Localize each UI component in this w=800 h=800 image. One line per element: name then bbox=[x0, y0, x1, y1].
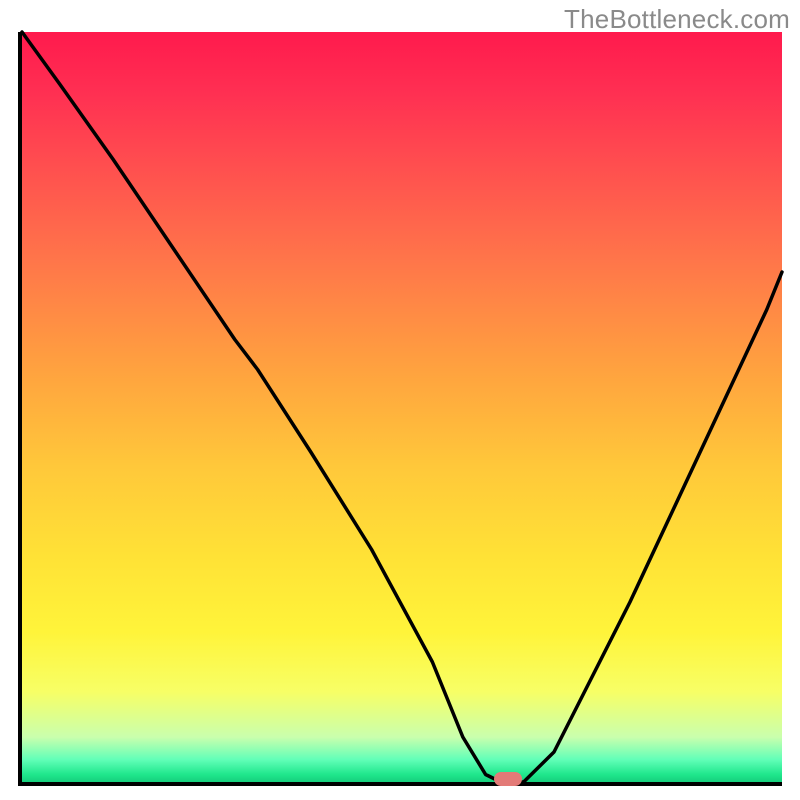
chart-container: TheBottleneck.com bbox=[0, 0, 800, 800]
plot-frame bbox=[18, 32, 782, 786]
watermark-text: TheBottleneck.com bbox=[564, 4, 790, 35]
optimal-point-marker bbox=[494, 772, 522, 786]
bottleneck-curve bbox=[22, 32, 782, 782]
